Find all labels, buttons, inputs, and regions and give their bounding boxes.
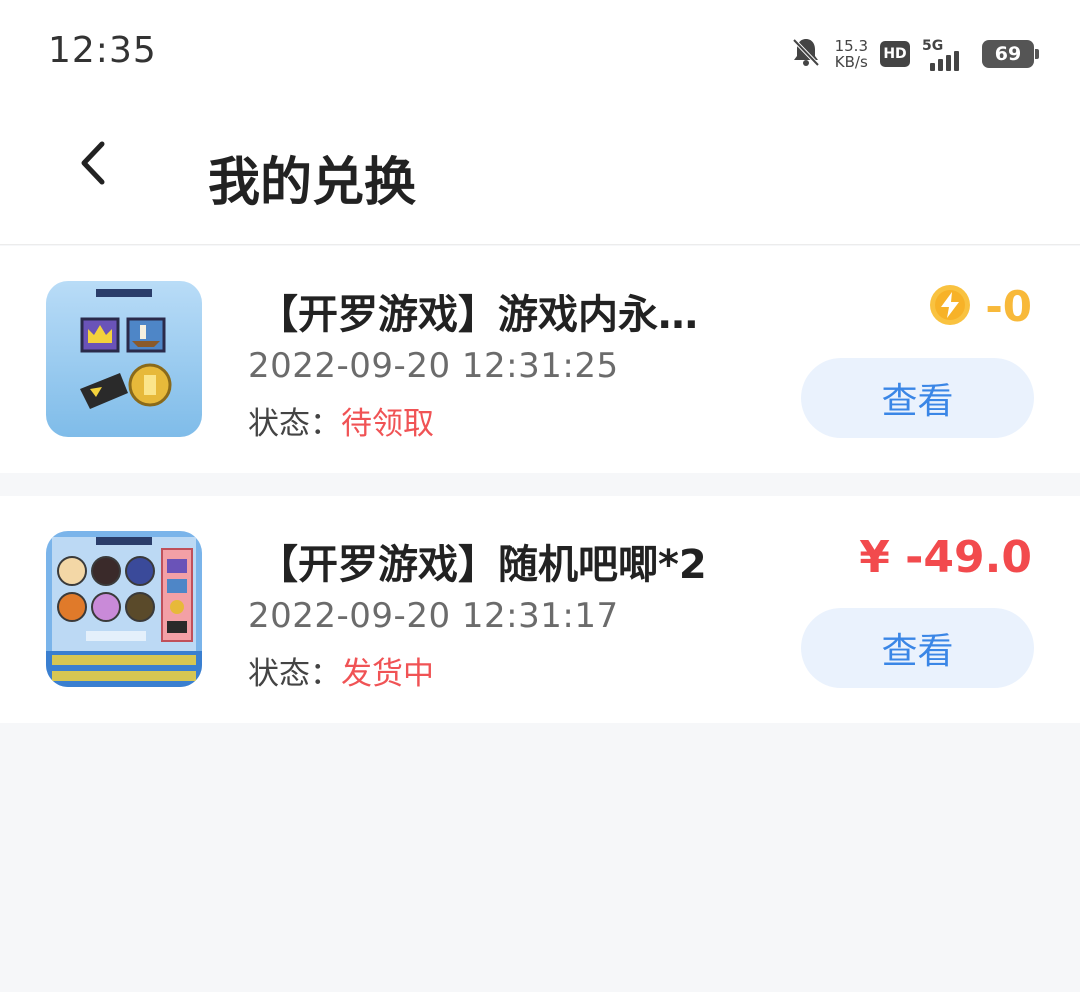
view-button[interactable]: 查看 <box>801 608 1034 688</box>
page-header: 我的兑换 <box>0 110 1080 245</box>
rmb-price: ¥ -49.0 <box>859 532 1032 583</box>
coin-icon <box>929 284 971 330</box>
order-time: 2022-09-20 12:31:25 <box>248 346 619 386</box>
status-label: 状态： <box>248 656 341 692</box>
hd-badge: HD <box>880 41 910 67</box>
status-value: 待领取 <box>341 406 434 442</box>
order-title: 【开罗游戏】随机吧唧*2 <box>258 542 707 588</box>
status-bar: 12:35 15.3 KB/s HD 5G 69 <box>0 0 1080 110</box>
net-speed: 15.3 KB/s <box>835 38 868 70</box>
status-time: 12:35 <box>48 30 157 71</box>
order-title: 【开罗游戏】游戏内永… <box>258 292 698 338</box>
order-price: -0 <box>929 282 1032 331</box>
battery-indicator: 69 <box>982 40 1039 68</box>
order-card[interactable]: 【开罗游戏】游戏内永… 2022-09-20 12:31:25 状态： 待领取 … <box>0 246 1080 473</box>
coin-price: -0 <box>985 282 1032 331</box>
page-title: 我的兑换 <box>208 153 417 213</box>
bell-muted-icon <box>789 35 823 73</box>
order-status: 状态： 发货中 <box>248 648 434 693</box>
order-time: 2022-09-20 12:31:17 <box>248 596 619 636</box>
order-card[interactable]: 【开罗游戏】随机吧唧*2 2022-09-20 12:31:17 状态： 发货中… <box>0 496 1080 723</box>
view-button[interactable]: 查看 <box>801 358 1034 438</box>
order-status: 状态： 待领取 <box>248 398 434 443</box>
status-value: 发货中 <box>341 656 434 692</box>
product-thumbnail <box>46 281 202 437</box>
status-icons: 15.3 KB/s HD 5G 69 <box>789 34 1039 74</box>
back-button[interactable] <box>62 135 122 195</box>
order-price: ¥ -49.0 <box>859 532 1032 583</box>
signal-icon: 5G <box>922 37 970 71</box>
net-speed-unit: KB/s <box>834 53 868 71</box>
status-label: 状态： <box>248 406 341 442</box>
net-speed-value: 15.3 <box>834 37 868 55</box>
product-thumbnail <box>46 531 202 687</box>
my-exchange-page: 12:35 15.3 KB/s HD 5G 69 我的兑换 【开罗游戏】游戏内永… <box>0 0 1080 992</box>
chevron-left-icon <box>72 138 112 192</box>
